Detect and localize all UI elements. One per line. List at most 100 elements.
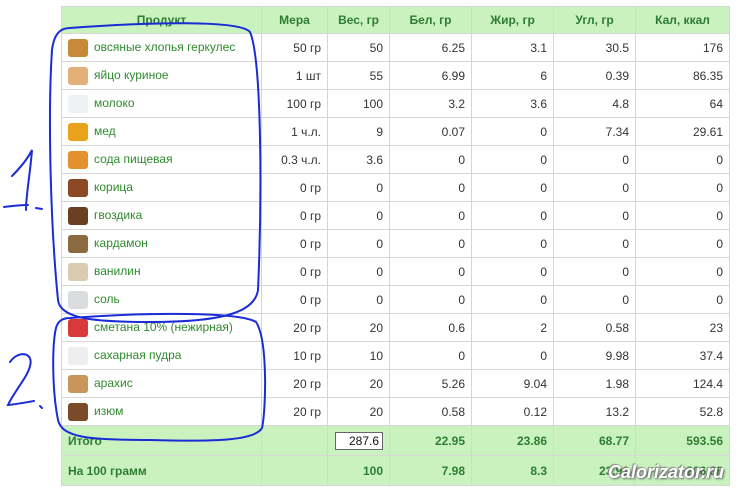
- product-cell[interactable]: гвоздика: [61, 201, 262, 230]
- cell-measure: 1 ч.л.: [261, 117, 328, 146]
- cell-kcal: 0: [635, 145, 730, 174]
- product-link[interactable]: арахис: [94, 376, 133, 390]
- oatmeal-pack-icon: [68, 38, 88, 57]
- milk-glass-icon: [68, 94, 88, 113]
- sour-cream-icon: [68, 318, 88, 337]
- table-row: сода пищевая 0.3 ч.л. 3.6 0 0 0 0: [61, 145, 730, 174]
- cell-measure: 0 гр: [261, 201, 328, 230]
- product-link[interactable]: овсяные хлопья геркулес: [94, 40, 235, 54]
- cell-kcal: 52.8: [635, 397, 730, 426]
- product-link[interactable]: сахарная пудра: [94, 348, 181, 362]
- cell-weight: 20: [327, 369, 390, 398]
- cell-protein: 0: [389, 257, 472, 286]
- cell-fat: 0.12: [471, 397, 554, 426]
- col-header-kcal[interactable]: Кал, ккал: [635, 6, 730, 34]
- cell-fat: 0: [471, 257, 554, 286]
- cell-kcal: 0: [635, 285, 730, 314]
- product-link[interactable]: сода пищевая: [94, 152, 173, 166]
- cell-weight: 0: [327, 229, 390, 258]
- cell-fat: 0: [471, 201, 554, 230]
- cell-protein: 0: [389, 285, 472, 314]
- product-cell[interactable]: корица: [61, 173, 262, 202]
- digit-two-stroke: [6, 353, 43, 409]
- egg-icon: [68, 66, 88, 85]
- cell-fat: 0: [471, 229, 554, 258]
- raisin-icon: [68, 402, 88, 421]
- cell-protein: 3.2: [389, 89, 472, 118]
- cell-fat: 3.1: [471, 33, 554, 62]
- col-header-weight[interactable]: Вес, гр: [327, 6, 390, 34]
- cell-carbs: 4.8: [553, 89, 636, 118]
- product-link[interactable]: молоко: [94, 96, 135, 110]
- product-cell[interactable]: ванилин: [61, 257, 262, 286]
- digit-one-stroke: [3, 149, 43, 211]
- total-kcal: 593.56: [635, 425, 730, 456]
- col-header-product[interactable]: Продукт: [61, 6, 262, 34]
- product-link[interactable]: яйцо куриное: [94, 68, 169, 82]
- powdered-sugar-icon: [68, 346, 88, 365]
- cell-measure: 100 гр: [261, 89, 328, 118]
- product-cell[interactable]: молоко: [61, 89, 262, 118]
- table-row: молоко 100 гр 100 3.2 3.6 4.8 64: [61, 89, 730, 118]
- cell-carbs: 9.98: [553, 341, 636, 370]
- cell-measure: 20 гр: [261, 369, 328, 398]
- col-header-fat[interactable]: Жир, гр: [471, 6, 554, 34]
- peanut-icon: [68, 374, 88, 393]
- product-cell[interactable]: кардамон: [61, 229, 262, 258]
- cell-fat: 0: [471, 341, 554, 370]
- col-header-protein[interactable]: Бел, гр: [389, 6, 472, 34]
- cell-protein: 0: [389, 341, 472, 370]
- col-header-carbs[interactable]: Угл, гр: [553, 6, 636, 34]
- total-weight-input[interactable]: 287.6: [335, 431, 383, 450]
- cell-carbs: 0: [553, 285, 636, 314]
- product-cell[interactable]: овсяные хлопья геркулес: [61, 33, 262, 62]
- total-fat: 23.86: [471, 425, 554, 456]
- table-row: корица 0 гр 0 0 0 0 0: [61, 173, 730, 202]
- product-link[interactable]: мед: [94, 124, 116, 138]
- total-label: Итого: [61, 425, 262, 456]
- cell-kcal: 0: [635, 173, 730, 202]
- clove-icon: [68, 206, 88, 225]
- col-header-measure[interactable]: Мера: [261, 6, 328, 34]
- product-cell[interactable]: сахарная пудра: [61, 341, 262, 370]
- cell-protein: 6.25: [389, 33, 472, 62]
- product-link[interactable]: сметана 10% (нежирная): [94, 320, 233, 334]
- product-link[interactable]: гвоздика: [94, 208, 142, 222]
- table-row: яйцо куриное 1 шт 55 6.99 6 0.39 86.35: [61, 61, 730, 90]
- product-cell[interactable]: яйцо куриное: [61, 61, 262, 90]
- salt-icon: [68, 290, 88, 309]
- cell-measure: 0 гр: [261, 229, 328, 258]
- product-link[interactable]: корица: [94, 180, 133, 194]
- per100-weight: 100: [327, 455, 390, 486]
- cell-weight: 10: [327, 341, 390, 370]
- product-link[interactable]: ванилин: [94, 264, 141, 278]
- total-carbs: 68.77: [553, 425, 636, 456]
- product-cell[interactable]: мед: [61, 117, 262, 146]
- product-cell[interactable]: сметана 10% (нежирная): [61, 313, 262, 342]
- cell-carbs: 0: [553, 257, 636, 286]
- cell-weight: 20: [327, 313, 390, 342]
- cell-measure: 1 шт: [261, 61, 328, 90]
- cell-carbs: 0: [553, 145, 636, 174]
- product-cell[interactable]: сода пищевая: [61, 145, 262, 174]
- product-cell[interactable]: изюм: [61, 397, 262, 426]
- product-cell[interactable]: арахис: [61, 369, 262, 398]
- cell-carbs: 7.34: [553, 117, 636, 146]
- table-header-row: Продукт Мера Вес, гр Бел, гр Жир, гр Угл…: [61, 6, 730, 34]
- cell-measure: 20 гр: [261, 313, 328, 342]
- cell-protein: 0.07: [389, 117, 472, 146]
- cell-fat: 6: [471, 61, 554, 90]
- per100-protein: 7.98: [389, 455, 472, 486]
- cell-protein: 0: [389, 145, 472, 174]
- product-link[interactable]: изюм: [94, 404, 123, 418]
- table-row: мед 1 ч.л. 9 0.07 0 7.34 29.61: [61, 117, 730, 146]
- cell-protein: 0.6: [389, 313, 472, 342]
- cell-protein: 0.58: [389, 397, 472, 426]
- cell-weight: 0: [327, 201, 390, 230]
- product-cell[interactable]: соль: [61, 285, 262, 314]
- product-link[interactable]: соль: [94, 292, 120, 306]
- cell-protein: 0: [389, 173, 472, 202]
- cell-measure: 0.3 ч.л.: [261, 145, 328, 174]
- product-link[interactable]: кардамон: [94, 236, 148, 250]
- cell-protein: 5.26: [389, 369, 472, 398]
